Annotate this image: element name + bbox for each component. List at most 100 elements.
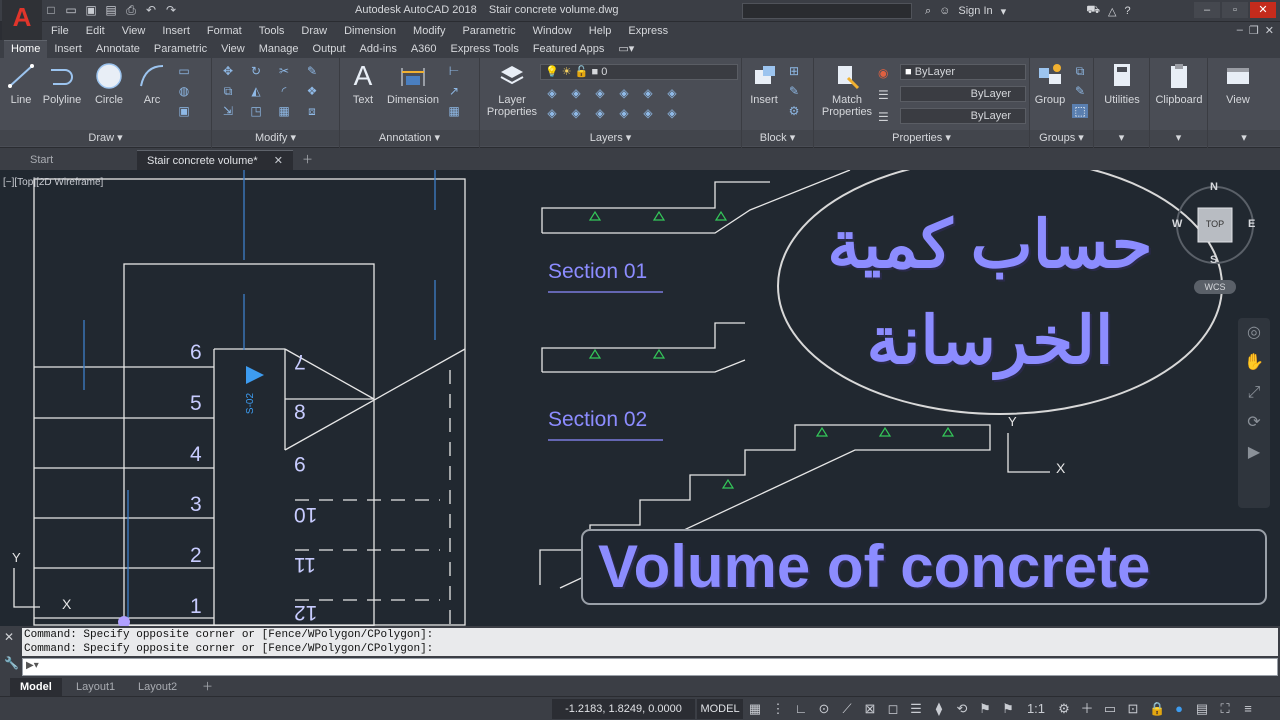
insert-block-button[interactable]: Insert [744, 62, 784, 106]
tab-model[interactable]: Model [10, 678, 62, 696]
table-icon[interactable]: ▦ [446, 104, 462, 118]
transparency-icon[interactable]: ⧫ [932, 700, 946, 718]
viewcube-south[interactable]: S [1210, 254, 1217, 266]
maximize-button[interactable]: ▫ [1222, 2, 1248, 18]
selection-cycling-icon[interactable]: ⟲ [955, 700, 969, 718]
viewcube-north[interactable]: N [1210, 181, 1218, 193]
save-icon[interactable]: ▣ [84, 3, 98, 17]
ribbon-toggle-icon[interactable]: ▭▾ [611, 40, 641, 58]
arc-button[interactable]: Arc [134, 62, 170, 106]
explode-icon[interactable]: ❖ [304, 84, 320, 98]
ortho-icon[interactable]: ∟ [794, 700, 808, 718]
scale-icon[interactable]: ◳ [248, 104, 264, 118]
layer-tool-icon[interactable]: ◈ [616, 86, 632, 100]
units-icon[interactable]: ▭ [1103, 700, 1117, 718]
steering-wheel-icon[interactable]: ◎ [1238, 318, 1270, 348]
menu-item[interactable]: Help [580, 25, 620, 37]
object-snap-tracking-icon[interactable]: ⊠ [863, 700, 877, 718]
layer-tool-icon[interactable]: ◈ [568, 86, 584, 100]
save-as-icon[interactable]: ▤ [104, 3, 118, 17]
redo-icon[interactable]: ↷ [164, 3, 178, 17]
zoom-icon[interactable]: ⤢ [1238, 378, 1270, 408]
block-attribute-icon[interactable]: ⚙ [786, 104, 802, 118]
layer-properties-button[interactable]: Layer Properties [484, 62, 540, 118]
layer-tool-icon[interactable]: ◈ [568, 106, 584, 120]
group-select-icon[interactable]: ⬚ [1072, 104, 1088, 118]
isodraft-icon[interactable]: ⟋ [840, 700, 854, 718]
tab-view[interactable]: View [214, 41, 252, 58]
user-icon[interactable]: ☺ [939, 5, 950, 17]
fillet-icon[interactable]: ◜ [276, 84, 292, 98]
application-menu-button[interactable]: A [2, 0, 42, 40]
menu-item[interactable]: Tools [250, 25, 293, 37]
viewcube-west[interactable]: W [1172, 218, 1182, 230]
add-layout-icon[interactable]: ＋ [192, 678, 223, 696]
group-button[interactable]: Group [1032, 62, 1068, 106]
drawing-canvas[interactable]: [−][Top][2D Wireframe] 6 5 4 3 2 1 7 8 9… [0, 170, 1280, 626]
layer-tool-icon[interactable]: ◈ [664, 86, 680, 100]
tab-insert[interactable]: Insert [47, 41, 89, 58]
linetype-dropdown[interactable]: ByLayer [900, 108, 1026, 124]
stretch-icon[interactable]: ⇲ [220, 104, 236, 118]
quick-properties-icon[interactable]: ⊡ [1126, 700, 1140, 718]
lineweight-dropdown[interactable]: ByLayer [900, 86, 1026, 102]
new-icon[interactable]: □ [44, 3, 58, 17]
region-icon[interactable]: ▣ [176, 104, 192, 118]
move-icon[interactable]: ✥ [220, 64, 236, 78]
grid-icon[interactable]: ▦ [748, 700, 762, 718]
menu-item[interactable]: File [42, 25, 77, 37]
help-icon[interactable]: ? [1125, 5, 1131, 17]
tab-output[interactable]: Output [306, 41, 353, 58]
layer-tool-icon[interactable]: ◈ [544, 106, 560, 120]
tab-express-tools[interactable]: Express Tools [444, 41, 526, 58]
doc-minimize-button[interactable]: – [1237, 24, 1243, 37]
open-icon[interactable]: ▭ [64, 3, 78, 17]
leader-icon[interactable]: ⊢ [446, 64, 462, 78]
object-snap-icon[interactable]: ◻ [886, 700, 900, 718]
snap-icon[interactable]: ⋮ [771, 700, 785, 718]
menu-item[interactable]: Express [619, 25, 676, 37]
annotation-scale-label[interactable]: 1:1 [1024, 700, 1048, 718]
layer-tool-icon[interactable]: ◈ [544, 86, 560, 100]
command-input[interactable]: ▶▾ [22, 658, 1278, 676]
auto-scale-icon[interactable]: ⚑ [1001, 700, 1015, 718]
mirror-icon[interactable]: ◭ [248, 84, 264, 98]
close-button[interactable]: ✕ [1250, 2, 1276, 18]
menu-item[interactable]: View [113, 25, 154, 37]
layer-tool-icon[interactable]: ◈ [592, 86, 608, 100]
layer-tool-icon[interactable]: ◈ [640, 106, 656, 120]
clipboard-button[interactable]: Clipboard [1152, 62, 1206, 106]
viewcube-top-face[interactable]: TOP [1198, 219, 1232, 229]
menu-item[interactable]: Dimension [335, 25, 404, 37]
erase-icon[interactable]: ✎ [304, 64, 320, 78]
viewcube-east[interactable]: E [1248, 218, 1255, 230]
circle-button[interactable]: Circle [90, 62, 128, 106]
doc-close-button[interactable]: ✕ [1265, 24, 1274, 37]
hatch-icon[interactable]: ◍ [176, 84, 192, 98]
layer-tool-icon[interactable]: ◈ [592, 106, 608, 120]
match-properties-button[interactable]: Match Properties [816, 62, 878, 118]
rotate-icon[interactable]: ↻ [248, 64, 264, 78]
binoculars-icon[interactable]: ⌕ [925, 5, 931, 18]
menu-item[interactable]: Draw [292, 25, 335, 37]
customize-command-icon[interactable]: 🔧 [4, 656, 19, 670]
ungroup-icon[interactable]: ⧉ [1072, 64, 1088, 78]
dimension-button[interactable]: Dimension [384, 62, 442, 106]
tab-home[interactable]: Home [4, 40, 48, 58]
triangle-warning-icon[interactable]: △ [1108, 5, 1116, 18]
polar-icon[interactable]: ⊙ [817, 700, 831, 718]
showmotion-icon[interactable]: ▶ [1238, 438, 1270, 468]
layer-tool-icon[interactable]: ◈ [616, 106, 632, 120]
groups-panel-title[interactable]: Groups ▾ [1030, 130, 1093, 146]
create-block-icon[interactable]: ⊞ [786, 64, 802, 78]
view-expand[interactable]: ▾ [1208, 130, 1280, 146]
draw-panel-title[interactable]: Draw ▾ [0, 130, 211, 146]
orbit-icon[interactable]: ⟳ [1238, 408, 1270, 438]
tab-layout1[interactable]: Layout1 [66, 678, 125, 696]
clipboard-expand[interactable]: ▾ [1150, 130, 1207, 146]
polyline-button[interactable]: Polyline [40, 62, 84, 106]
block-panel-title[interactable]: Block ▾ [742, 130, 813, 146]
lineweight-toggle-icon[interactable]: ☰ [909, 700, 923, 718]
new-tab-icon[interactable]: ＋ [296, 150, 318, 170]
copy-icon[interactable]: ⧉ [220, 84, 236, 98]
